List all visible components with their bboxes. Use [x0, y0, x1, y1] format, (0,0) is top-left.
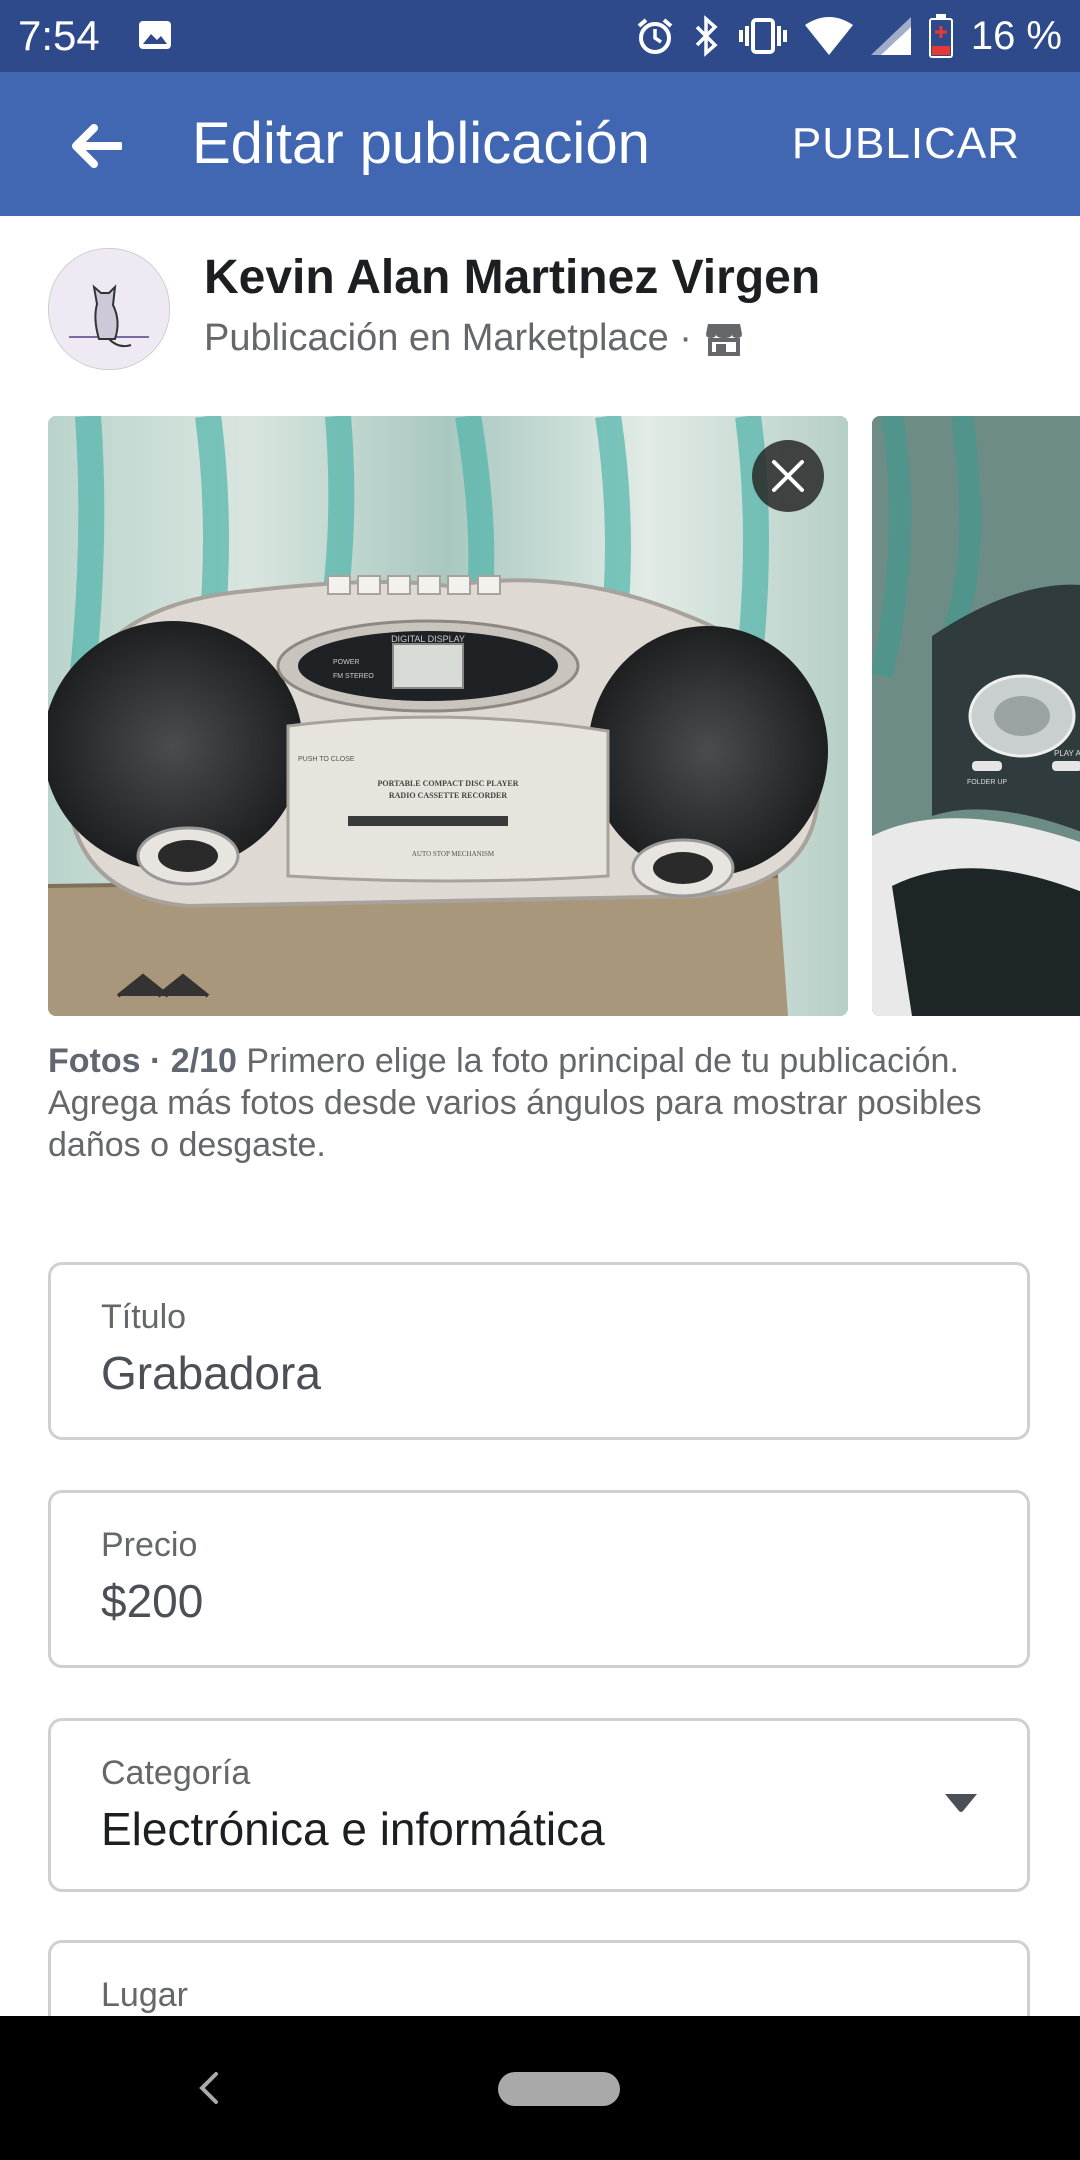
- auto-stop-label: AUTO STOP MECHANISM: [412, 850, 495, 858]
- status-time: 7:54: [18, 12, 100, 59]
- wifi-icon: [804, 17, 853, 55]
- category-field[interactable]: Categoría Electrónica e informática: [48, 1718, 1030, 1892]
- author-subtitle: Publicación en Marketplace ·: [204, 312, 744, 364]
- category-label: Categoría: [101, 1754, 251, 1792]
- system-navigation-bar: [0, 2016, 1080, 2160]
- store-icon: [705, 324, 742, 356]
- close-icon: [772, 460, 804, 492]
- title-field[interactable]: Título Grabadora: [48, 1262, 1030, 1440]
- price-field[interactable]: Precio $200: [48, 1490, 1030, 1668]
- display-label: DIGITAL DISPLAY: [391, 634, 465, 644]
- player-line-1: PORTABLE COMPACT DISC PLAYER: [378, 779, 519, 788]
- fm-label: FM STEREO: [333, 673, 374, 680]
- folder-label: FOLDER UP: [967, 779, 1007, 786]
- marketplace-label: Publicación en Marketplace ·: [204, 317, 692, 359]
- play-label: PLAY A: [1054, 749, 1080, 758]
- status-icons: 16 %: [635, 10, 1062, 62]
- signal-icon: [870, 17, 911, 55]
- category-select[interactable]: Electrónica e informática: [101, 1799, 605, 1859]
- chevron-down-icon[interactable]: [943, 1791, 979, 1815]
- avatar[interactable]: [48, 248, 170, 370]
- back-button[interactable]: [60, 110, 132, 182]
- boombox-photo: DIGITAL DISPLAY POWER FM STEREO PUSH TO …: [48, 416, 848, 1016]
- battery-percentage: 16 %: [970, 14, 1062, 58]
- alarm-icon: [637, 18, 673, 54]
- home-pill-button[interactable]: [498, 2072, 620, 2106]
- second-photo[interactable]: PLAY A FOLDER UP: [872, 416, 1080, 1016]
- price-input[interactable]: $200: [101, 1571, 203, 1631]
- title-input[interactable]: Grabadora: [101, 1343, 321, 1403]
- power-label: POWER: [333, 659, 359, 666]
- title-label: Título: [101, 1298, 187, 1336]
- image-notification-icon: [138, 20, 172, 50]
- photo-count: Fotos · 2/10: [48, 1042, 237, 1080]
- bluetooth-icon: [695, 15, 718, 57]
- remove-photo-button[interactable]: [752, 440, 824, 512]
- publish-button[interactable]: PUBLICAR: [792, 108, 1020, 180]
- arrow-back-icon: [72, 124, 122, 168]
- player-line-2: RADIO CASSETTE RECORDER: [389, 791, 507, 800]
- boombox-closeup-photo: PLAY A FOLDER UP: [872, 416, 1080, 1016]
- status-bar: 7:54 16 %: [0, 0, 1080, 72]
- main-photo[interactable]: DIGITAL DISPLAY POWER FM STEREO PUSH TO …: [48, 416, 848, 1016]
- app-bar: Editar publicación PUBLICAR: [0, 72, 1080, 216]
- photos-caption: Fotos · 2/10 Primero elige la foto princ…: [48, 1040, 1038, 1166]
- vibrate-icon: [738, 18, 787, 54]
- page-title: Editar publicación: [192, 111, 650, 176]
- cat-drawing: [49, 249, 169, 369]
- battery-icon: [928, 14, 953, 58]
- location-label: Lugar: [101, 1976, 188, 2014]
- author-name: Kevin Alan Martinez Virgen: [204, 251, 821, 304]
- nav-back-icon[interactable]: [190, 2068, 230, 2108]
- push-label: PUSH TO CLOSE: [298, 756, 355, 763]
- price-label: Precio: [101, 1526, 198, 1564]
